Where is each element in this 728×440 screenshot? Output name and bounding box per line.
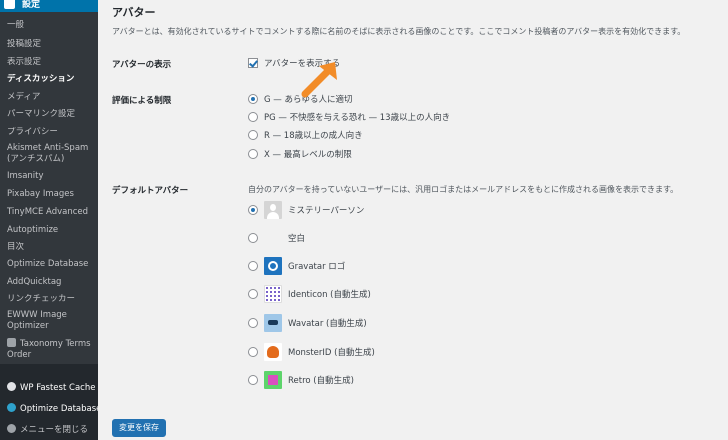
- sidebar-item-privacy[interactable]: プライバシー: [0, 127, 98, 138]
- avatar-option-label: Identicon (自動生成): [288, 290, 371, 300]
- admin-sidebar: 設定 一般 投稿設定 表示設定 ディスカッション メディア パーマリンク設定 プ…: [0, 0, 98, 440]
- sidebar-section-title: 設定: [22, 0, 41, 10]
- avatar-option-label: Gravatar ロゴ: [288, 262, 346, 272]
- gear-icon: [7, 338, 16, 347]
- default-avatar-option-wavatar[interactable]: Wavatar (自動生成): [248, 314, 367, 332]
- radio-button[interactable]: [248, 318, 258, 328]
- default-avatar-option-gravatar[interactable]: Gravatar ロゴ: [248, 257, 345, 275]
- avatar-option-label: Wavatar (自動生成): [288, 319, 367, 329]
- default-avatar-option-monsterid[interactable]: MonsterID (自動生成): [248, 343, 375, 361]
- sidebar-item-writing[interactable]: 投稿設定: [0, 39, 98, 50]
- annotation-arrow-icon: [301, 62, 337, 98]
- radio-button[interactable]: [248, 130, 258, 140]
- wavatar-avatar: [264, 314, 282, 332]
- sidebar-item-label: Optimize Database: [20, 404, 98, 414]
- sidebar-item-imsanity[interactable]: Imsanity: [0, 171, 98, 182]
- sidebar-item-reading[interactable]: 表示設定: [0, 57, 98, 68]
- sidebar-item-permalinks[interactable]: パーマリンク設定: [0, 109, 98, 120]
- sidebar-item-link-checker[interactable]: リンクチェッカー: [0, 294, 98, 305]
- main-content: アバター アバターとは、有効化されているサイトでコメントする際に名前のそばに表示…: [98, 0, 728, 440]
- identicon-avatar: [264, 285, 282, 303]
- sidebar-item-label: WP Fastest Cache: [20, 383, 96, 393]
- sidebar-settings-header[interactable]: 設定: [0, 0, 98, 12]
- default-avatar-option-retro[interactable]: Retro (自動生成): [248, 371, 354, 389]
- save-changes-button[interactable]: 変更を保存: [112, 419, 166, 437]
- wp-fastest-cache-icon: [7, 382, 16, 391]
- gravatar-logo-avatar: [264, 257, 282, 275]
- show-avatars-checkbox[interactable]: [248, 58, 258, 68]
- rating-label: 評価による制限: [112, 96, 172, 106]
- radio-button[interactable]: [248, 289, 258, 299]
- section-description: アバターとは、有効化されているサイトでコメントする際に名前のそばに表示される画像…: [112, 27, 686, 36]
- mystery-person-avatar: [264, 201, 282, 219]
- sidebar-item-ewww[interactable]: EWWW Image Optimizer: [0, 310, 98, 332]
- sidebar-item-pixabay[interactable]: Pixabay Images: [0, 189, 98, 200]
- sidebar-item-optimize-database-plugin[interactable]: Optimize Database: [0, 403, 98, 415]
- avatar-option-label: ミステリーパーソン: [288, 206, 365, 216]
- sidebar-item-toc[interactable]: 目次: [0, 242, 98, 253]
- sidebar-item-autoptimize[interactable]: Autoptimize: [0, 225, 98, 236]
- sidebar-item-addquicktag[interactable]: AddQuicktag: [0, 277, 98, 288]
- collapse-menu-button[interactable]: メニューを閉じる: [0, 424, 98, 436]
- sidebar-item-tinymce[interactable]: TinyMCE Advanced: [0, 207, 98, 218]
- radio-button[interactable]: [248, 94, 258, 104]
- collapse-icon: [7, 424, 16, 433]
- sidebar-item-akismet[interactable]: Akismet Anti-Spam (アンチスパム): [0, 143, 98, 165]
- sidebar-item-media[interactable]: メディア: [0, 92, 98, 103]
- section-heading: アバター: [112, 6, 156, 19]
- radio-button[interactable]: [248, 112, 258, 122]
- default-avatar-description: 自分のアバターを持っていないユーザーには、汎用ロゴまたはメールアドレスをもとに作…: [248, 185, 679, 194]
- rating-option-x[interactable]: X — 最高レベルの制限: [248, 148, 352, 160]
- rating-option-label: X — 最高レベルの制限: [264, 150, 352, 160]
- optimize-database-icon: [7, 403, 16, 412]
- default-avatar-option-identicon[interactable]: Identicon (自動生成): [248, 285, 371, 303]
- rating-option-label: PG — 不快感を与える恐れ — 13歳以上の人向き: [264, 113, 451, 123]
- rating-option-pg[interactable]: PG — 不快感を与える恐れ — 13歳以上の人向き: [248, 111, 450, 123]
- radio-button[interactable]: [248, 375, 258, 385]
- radio-button[interactable]: [248, 233, 258, 243]
- sidebar-item-general[interactable]: 一般: [0, 20, 98, 31]
- settings-icon: [4, 0, 15, 9]
- default-avatar-option-mystery[interactable]: ミステリーパーソン: [248, 201, 364, 219]
- collapse-menu-label: メニューを閉じる: [20, 425, 89, 435]
- retro-avatar: [264, 371, 282, 389]
- monsterid-avatar: [264, 343, 282, 361]
- radio-button[interactable]: [248, 149, 258, 159]
- avatar-option-label: Retro (自動生成): [288, 376, 354, 386]
- default-avatar-label: デフォルトアバター: [112, 186, 189, 196]
- sidebar-item-discussion[interactable]: ディスカッション: [0, 74, 98, 85]
- default-avatar-option-blank[interactable]: 空白: [248, 229, 305, 247]
- avatar-display-label: アバターの表示: [112, 60, 172, 70]
- avatar-option-label: MonsterID (自動生成): [288, 348, 375, 358]
- sidebar-item-optimize-database[interactable]: Optimize Database: [0, 259, 98, 270]
- sidebar-item-taxonomy-terms-order[interactable]: Taxonomy Terms Order: [0, 338, 98, 361]
- radio-button[interactable]: [248, 261, 258, 271]
- rating-option-r[interactable]: R — 18歳以上の成人向き: [248, 129, 363, 141]
- sidebar-item-label: Taxonomy Terms Order: [7, 339, 91, 360]
- radio-button[interactable]: [248, 205, 258, 215]
- radio-button[interactable]: [248, 347, 258, 357]
- blank-avatar: [264, 229, 282, 247]
- avatar-option-label: 空白: [288, 234, 306, 244]
- rating-option-label: R — 18歳以上の成人向き: [264, 131, 363, 141]
- sidebar-item-wp-fastest-cache[interactable]: WP Fastest Cache: [0, 382, 98, 394]
